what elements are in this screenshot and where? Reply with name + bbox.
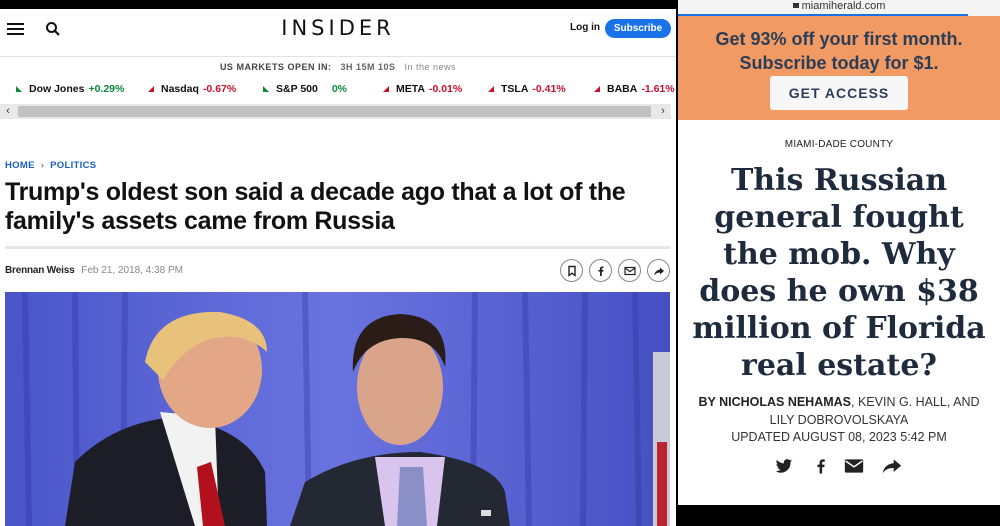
ticker-change: 0%: [331, 83, 348, 95]
article-photo: [5, 292, 670, 526]
ticker-change: +0.29%: [88, 83, 125, 95]
publish-date: Feb 21, 2018, 4:38 PM: [81, 265, 183, 276]
market-ticker: Dow Jones +0.29% Nasdaq -0.67% S&P 500 0% M…: [0, 80, 676, 98]
article-headline: This Russian general fought the mob. Why…: [692, 163, 986, 383]
subscribe-button[interactable]: Subscribe: [605, 19, 671, 38]
author-name[interactable]: Brennan Weiss: [5, 265, 75, 276]
ticker-change: -1.61%: [641, 83, 675, 95]
down-arrow-icon: [383, 86, 389, 93]
ticker-name: S&P 500: [276, 83, 318, 95]
facebook-icon[interactable]: [812, 457, 832, 477]
down-arrow-icon: [594, 86, 600, 93]
share-bar: [678, 457, 1000, 477]
twitter-icon[interactable]: [775, 457, 795, 477]
site-header: INSIDER Log in Subscribe: [0, 9, 676, 57]
down-arrow-icon: [148, 86, 154, 93]
lock-icon: [792, 3, 799, 8]
article-byline: BY NICHOLAS NEHAMAS, KEVIN G. HALL, AND …: [686, 393, 992, 429]
share-icon[interactable]: [882, 457, 902, 477]
up-arrow-icon: [263, 86, 269, 93]
scrollbar-thumb[interactable]: [18, 106, 651, 117]
bottom-black-bar: [678, 505, 1000, 526]
bookmark-icon[interactable]: [560, 259, 583, 282]
byline-lead-author[interactable]: BY NICHOLAS NEHAMAS: [698, 395, 851, 409]
ticker-item[interactable]: META -0.01%: [383, 80, 462, 98]
scroll-right-icon[interactable]: ›: [655, 104, 671, 119]
scroll-left-icon[interactable]: ‹: [0, 104, 16, 119]
chevron-right-icon: ›: [40, 160, 45, 171]
login-link[interactable]: Log in: [570, 22, 600, 33]
ticker-item[interactable]: Dow Jones +0.29%: [16, 80, 124, 98]
ticker-name: TSLA: [501, 83, 529, 95]
section-label[interactable]: MIAMI-DADE COUNTY: [678, 139, 1000, 150]
ticker-scrollbar[interactable]: ‹ ›: [0, 104, 671, 119]
ticker-name: Dow Jones: [29, 83, 85, 95]
markets-status: US MARKETS OPEN IN: 3H 15M 10S In the ne…: [0, 62, 676, 72]
in-the-news-label: In the news: [404, 62, 457, 72]
ticker-item[interactable]: S&P 500 0%: [263, 80, 347, 98]
article-byline: Brennan Weiss Feb 21, 2018, 4:38 PM: [5, 265, 183, 276]
share-icon[interactable]: [647, 259, 670, 282]
email-icon[interactable]: [844, 457, 864, 477]
markets-status-label: US MARKETS OPEN IN:: [219, 62, 332, 72]
email-icon[interactable]: [618, 259, 641, 282]
ticker-item[interactable]: Nasdaq -0.67%: [148, 80, 236, 98]
ticker-name: Nasdaq: [161, 83, 199, 95]
ticker-change: -0.41%: [532, 83, 566, 95]
insider-page: INSIDER Log in Subscribe US MARKETS OPEN…: [0, 0, 676, 526]
ticker-item[interactable]: TSLA -0.41%: [488, 80, 566, 98]
top-black-bar: [0, 0, 676, 9]
ticker-name: BABA: [607, 83, 638, 95]
breadcrumb: HOME › POLITICS: [5, 160, 96, 171]
promo-message: Get 93% off your first month. Subscribe …: [715, 29, 963, 73]
headline-divider: [5, 246, 670, 249]
url-text: miamiherald.com: [801, 0, 886, 12]
down-arrow-icon: [488, 86, 494, 93]
facebook-icon[interactable]: [589, 259, 612, 282]
ticker-item[interactable]: BABA -1.61%: [594, 80, 675, 98]
updated-timestamp: UPDATED AUGUST 08, 2023 5:42 PM: [731, 430, 947, 444]
ticker-change: -0.67%: [202, 83, 237, 95]
article-headline: Trump's oldest son said a decade ago tha…: [5, 178, 626, 235]
get-access-button[interactable]: GET ACCESS: [770, 76, 908, 110]
ticker-name: META: [396, 83, 425, 95]
markets-countdown: 3H 15M 10S: [340, 62, 396, 72]
breadcrumb-politics[interactable]: POLITICS: [50, 160, 96, 171]
breadcrumb-home[interactable]: HOME: [5, 160, 35, 171]
up-arrow-icon: [16, 86, 22, 93]
miami-herald-page: miamiherald.com Get 93% off your first m…: [678, 0, 1000, 526]
subscription-promo: Get 93% off your first month. Subscribe …: [678, 16, 1000, 120]
ticker-change: -0.01%: [428, 83, 463, 95]
